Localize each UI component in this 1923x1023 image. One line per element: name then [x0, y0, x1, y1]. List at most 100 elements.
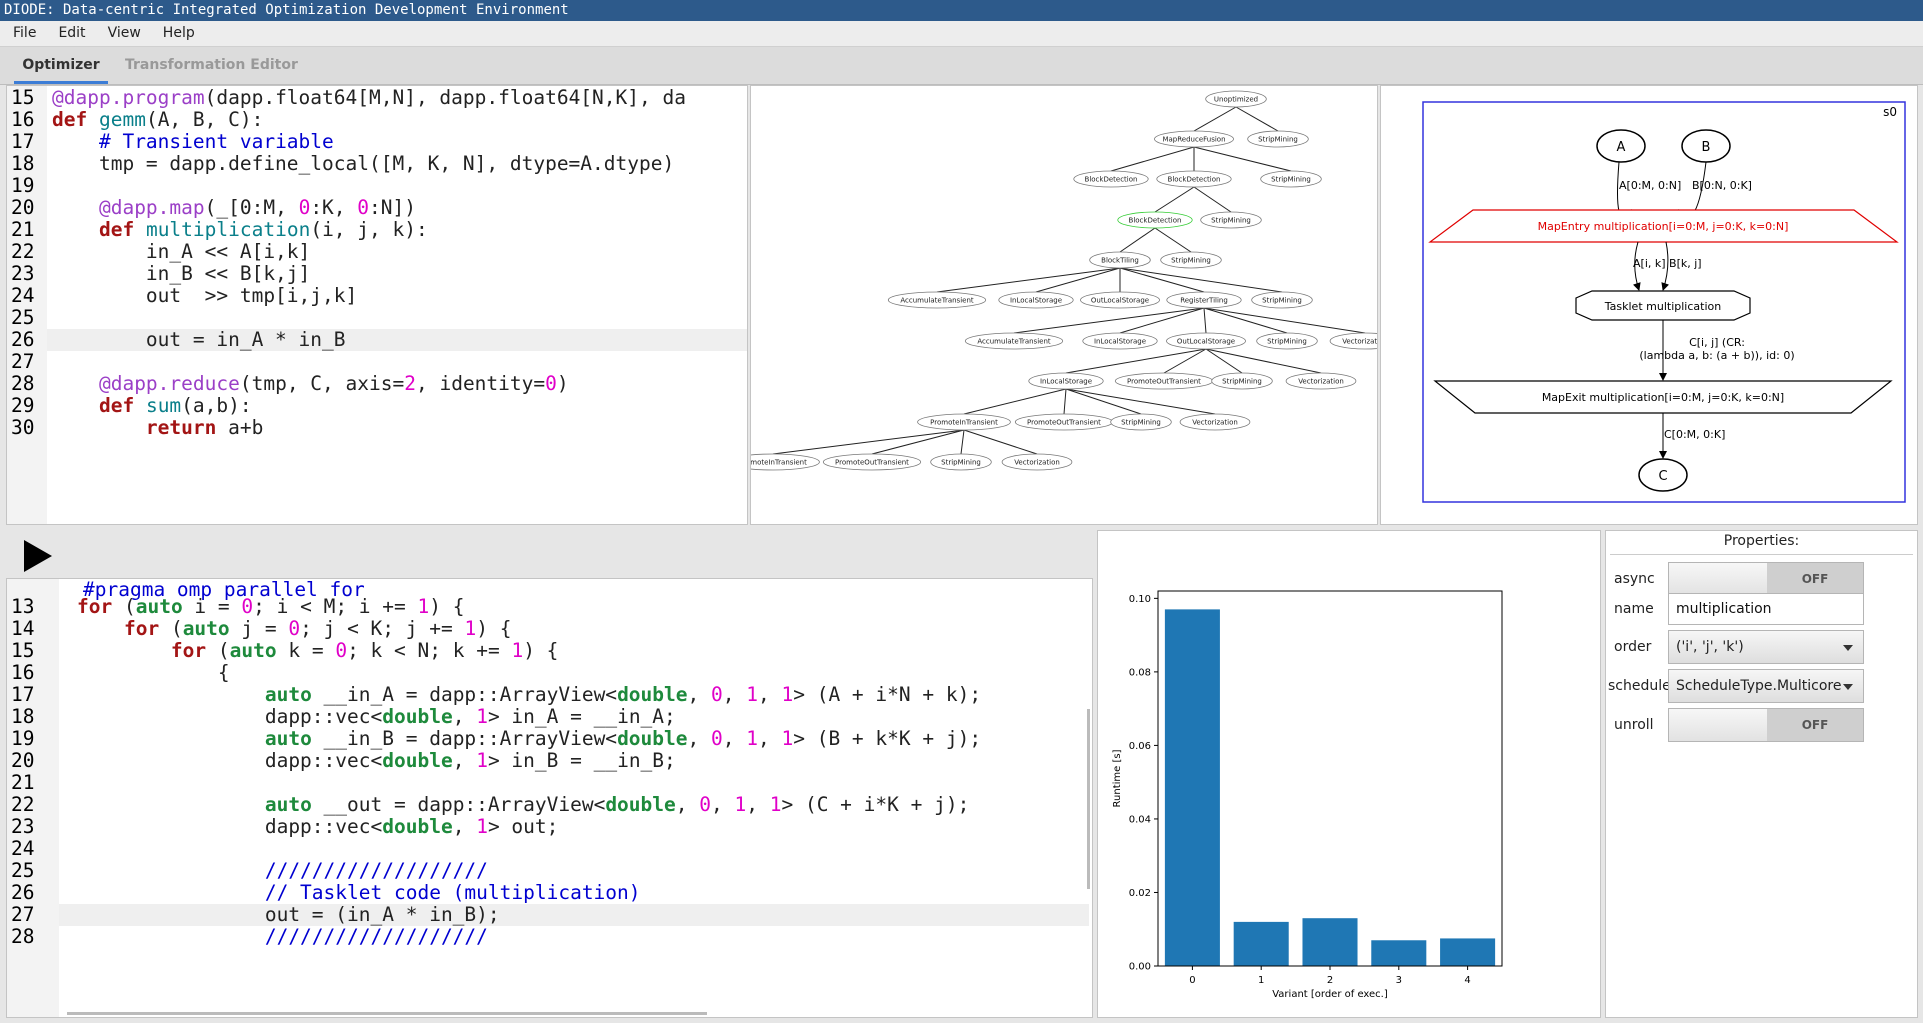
code-line: for (auto j = 0; j < K; j += 1) {	[123, 617, 512, 640]
line-number: 18	[11, 705, 35, 728]
tree-node-label: StripMining	[1171, 257, 1211, 265]
tree-node[interactable]: StripMining	[1256, 332, 1318, 350]
x-tick-label: 3	[1396, 975, 1402, 986]
tree-node[interactable]: InLocalStorage	[998, 291, 1074, 309]
tree-edge	[1235, 106, 1279, 132]
tree-node[interactable]: OutLocalStorage	[1080, 291, 1160, 309]
unroll-toggle[interactable]: OFF	[1668, 708, 1864, 742]
sdfg-graph[interactable]: s0 A B A[0:M, 0:N] B[0:N, 0:K] MapEntry …	[1381, 86, 1918, 525]
schedule-select-value: ScheduleType.Multicore	[1676, 678, 1842, 694]
edge-b-label: B[0:N, 0:K]	[1692, 179, 1752, 192]
tree-node[interactable]: StripMining	[1260, 170, 1322, 188]
tree-node[interactable]: RegisterTiling	[1166, 291, 1242, 309]
tab-bar: Optimizer Transformation Editor	[0, 47, 1923, 85]
tree-node[interactable]: StripMining	[1247, 130, 1309, 148]
order-label: order	[1614, 639, 1652, 655]
tree-node[interactable]: AccumulateTransient	[887, 291, 987, 309]
tree-node-label: BlockDetection	[1168, 176, 1221, 184]
tree-node[interactable]: MapReduceFusion	[1154, 130, 1234, 148]
transformation-tree-graph[interactable]: Unoptimized MapReduceFusion StripMining Blo…	[751, 86, 1378, 525]
tree-node[interactable]: InLocalStorage	[1082, 332, 1158, 350]
runtime-bar-chart: 0.00 0.02 0.04 0.06 0.08 0.10 0 1 2 3 4 Variant [or…	[1112, 590, 1503, 1000]
transformation-tree-panel[interactable]: Unoptimized MapReduceFusion StripMining Blo…	[750, 85, 1378, 525]
vertical-scrollbar[interactable]	[1087, 709, 1090, 889]
tree-node[interactable]: OutLocalStorage	[1166, 332, 1246, 350]
code-toolbar	[6, 530, 1093, 578]
menu-help[interactable]: Help	[150, 21, 204, 46]
line-number: 24	[11, 837, 35, 860]
edge-a-label: A[0:M, 0:N]	[1619, 179, 1681, 192]
name-label: name	[1614, 601, 1654, 617]
menu-view[interactable]: View	[95, 21, 150, 46]
tab-optimizer[interactable]: Optimizer	[14, 47, 108, 84]
play-icon[interactable]	[18, 536, 58, 576]
tree-node-label: BlockDetection	[1085, 176, 1138, 184]
tree-node-label: StripMining	[1267, 338, 1307, 346]
tree-node[interactable]: InLocalStorage	[1028, 372, 1104, 390]
line-number: 29	[11, 394, 35, 417]
tree-node[interactable]: PromoteOutTransient	[822, 453, 922, 471]
tree-node[interactable]: BlockTiling	[1089, 251, 1151, 269]
tree-node[interactable]: StripMining	[1251, 291, 1313, 309]
schedule-select[interactable]: ScheduleType.Multicore	[1668, 669, 1864, 703]
tree-node-label: PromoteOutTransient	[1127, 378, 1201, 386]
line-number: 30	[11, 416, 35, 439]
tree-node[interactable]: PromoteOutTransient	[1014, 413, 1114, 431]
code-line: for (auto k = 0; k < N; k += 1) {	[170, 639, 559, 662]
access-node-a-label: A	[1617, 140, 1626, 155]
line-number: 25	[11, 306, 35, 329]
menu-file[interactable]: File	[0, 21, 45, 46]
tree-node[interactable]: PromoteInTransient	[917, 413, 1011, 431]
tree-edge	[1203, 307, 1207, 334]
tree-node[interactable]: StripMining	[930, 453, 992, 471]
tree-node[interactable]: Vectorization	[1329, 332, 1378, 350]
code-line: ///////////////////	[77, 925, 488, 948]
tree-node[interactable]: BlockDetection	[1117, 211, 1193, 229]
tree-edge	[1063, 388, 1067, 415]
generated-code-editor[interactable]: #pragma omp parallel for 13 for (auto i = …	[6, 578, 1093, 1018]
tree-node[interactable]: StripMining	[1200, 211, 1262, 229]
async-toggle[interactable]: OFF	[1668, 562, 1864, 596]
tree-node-label: AccumulateTransient	[977, 338, 1051, 346]
tree-node[interactable]: Unoptimized	[1205, 90, 1267, 108]
python-code-editor[interactable]: 15 @dapp.program(dapp.float64[M,N], dapp.…	[6, 85, 748, 525]
tree-node[interactable]: BlockDetection	[1073, 170, 1149, 188]
tab-transformation-editor[interactable]: Transformation Editor	[125, 47, 298, 84]
async-label: async	[1614, 571, 1655, 587]
tree-node[interactable]: Vectorization	[1285, 372, 1357, 390]
tree-node[interactable]: AccumulateTransient	[964, 332, 1064, 350]
tree-node[interactable]: Vectorization	[1179, 413, 1251, 431]
tree-node[interactable]: StripMining	[1211, 372, 1273, 390]
tree-node-label: MapReduceFusion	[1162, 136, 1225, 144]
y-tick-label: 0.00	[1129, 962, 1151, 973]
line-number: 28	[11, 925, 35, 948]
tree-node[interactable]: BlockDetection	[1156, 170, 1232, 188]
sdfg-panel[interactable]: s0 A B A[0:M, 0:N] B[0:N, 0:K] MapEntry …	[1380, 85, 1918, 525]
x-tick-label: 2	[1327, 975, 1333, 986]
tree-node[interactable]: PromoteInTransient	[751, 453, 820, 471]
tree-node-label: Vectorization	[1298, 378, 1344, 386]
tree-node[interactable]: StripMining	[1110, 413, 1172, 431]
edge-in-label: A[i, k] B[k, j]	[1633, 257, 1702, 270]
tree-edge	[1119, 267, 1283, 293]
tree-node-label: OutLocalStorage	[1177, 338, 1235, 346]
tasklet-label: Tasklet multiplication	[1604, 300, 1721, 313]
tree-edge	[1193, 186, 1232, 213]
properties-title: Properties:	[1723, 533, 1800, 549]
tree-node-label: StripMining	[1271, 176, 1311, 184]
name-field[interactable]: multiplication	[1668, 593, 1864, 625]
tree-edge	[1193, 146, 1292, 172]
tree-node[interactable]: PromoteOutTransient	[1114, 372, 1214, 390]
code-line: auto __in_A = dapp::ArrayView<double, 0,…	[264, 683, 982, 706]
horizontal-scrollbar[interactable]	[67, 1012, 707, 1015]
order-select[interactable]: ('i', 'j', 'k')	[1668, 630, 1864, 664]
tree-node[interactable]: StripMining	[1160, 251, 1222, 269]
tree-edge	[963, 429, 1038, 455]
code-line: in_B << B[k,j]	[52, 262, 311, 285]
tree-node[interactable]: Vectorization	[1001, 453, 1073, 471]
line-number: 17	[11, 683, 35, 706]
line-number: 19	[11, 727, 35, 750]
line-number: 27	[11, 350, 35, 373]
menu-edit[interactable]: Edit	[45, 21, 94, 46]
edge-c-label: C[0:M, 0:K]	[1664, 428, 1725, 441]
